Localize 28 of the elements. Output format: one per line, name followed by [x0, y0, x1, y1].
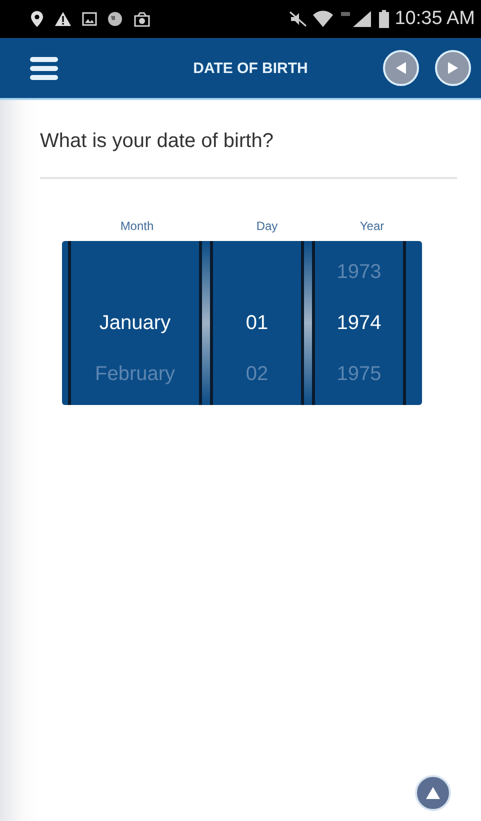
scroll-up-button[interactable]	[415, 775, 451, 811]
menu-button[interactable]	[30, 56, 58, 80]
picker-option[interactable]: 01	[246, 312, 268, 334]
column-label: Year	[358, 219, 386, 235]
column-label: Month	[119, 219, 155, 235]
image-icon	[82, 12, 97, 26]
signal-icon	[338, 10, 373, 28]
location-icon	[30, 10, 44, 28]
menu-icon	[30, 56, 58, 80]
picker-option[interactable]: 1974	[336, 312, 382, 334]
warning-icon	[54, 11, 72, 27]
header-title: DATE OF BIRTH	[192, 60, 309, 76]
picker-option[interactable]: January	[99, 312, 171, 334]
wifi-icon	[312, 10, 333, 28]
camera-icon	[133, 11, 151, 27]
picker-wheel[interactable]: 1973 1974 1975	[312, 241, 406, 405]
mute-icon	[288, 11, 307, 27]
left-triangle-icon	[395, 61, 407, 75]
date-picker[interactable]: January February 01 02 1973 1974 1975	[62, 241, 422, 405]
battery-icon	[378, 10, 389, 28]
right-triangle-icon	[447, 61, 459, 75]
question-text: What is your date of birth?	[39, 129, 274, 153]
status-time: 10:35 AM	[394, 8, 475, 30]
back-button[interactable]	[383, 50, 419, 86]
up-triangle-icon	[425, 786, 441, 800]
globe-icon	[107, 11, 123, 27]
column-label: Day	[255, 219, 279, 235]
forward-button[interactable]	[435, 50, 471, 86]
